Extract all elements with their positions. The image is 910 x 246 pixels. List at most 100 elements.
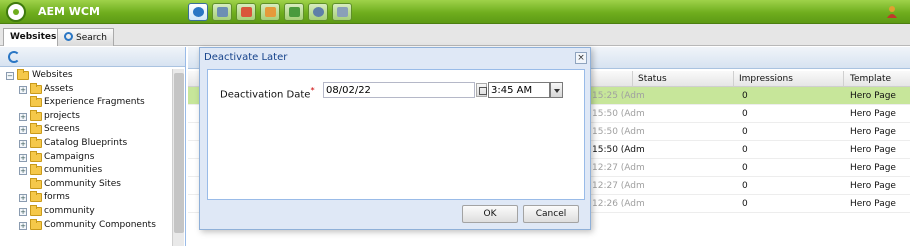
expand-icon[interactable]: + bbox=[19, 207, 27, 216]
collapse-icon[interactable]: − bbox=[6, 72, 14, 80]
calendar-icon[interactable] bbox=[476, 83, 487, 97]
tree-node[interactable]: + Screens bbox=[0, 123, 172, 137]
tree-node[interactable]: + forms bbox=[0, 191, 172, 205]
tree-node-label: Screens bbox=[44, 124, 80, 135]
tree-node-label: communities bbox=[44, 165, 103, 176]
column-separator bbox=[733, 71, 734, 87]
search-icon bbox=[64, 32, 73, 41]
tab-search-label: Search bbox=[76, 33, 107, 43]
column-header-status[interactable]: Status bbox=[638, 74, 667, 84]
folder-icon bbox=[30, 218, 42, 230]
user-icon[interactable] bbox=[886, 5, 898, 19]
modified-cell: 12:27 (Adm bbox=[592, 163, 645, 173]
expand-icon[interactable]: + bbox=[19, 139, 27, 148]
expand-icon[interactable]: + bbox=[19, 126, 27, 135]
tags-icon[interactable] bbox=[332, 3, 352, 21]
template-cell: Hero Page bbox=[850, 127, 896, 137]
column-header-template[interactable]: Template bbox=[850, 74, 891, 84]
site-tree: − Websites + Assets Experience Fragments… bbox=[0, 69, 172, 232]
tree-node-label: projects bbox=[44, 110, 80, 121]
campaigns-icon[interactable] bbox=[236, 3, 256, 21]
close-icon[interactable]: × bbox=[575, 52, 587, 64]
tree-node[interactable]: Community Sites bbox=[0, 177, 172, 192]
site-tree-panel: − Websites + Assets Experience Fragments… bbox=[0, 47, 186, 246]
impressions-cell: 0 bbox=[742, 109, 748, 119]
folder-icon bbox=[30, 177, 42, 189]
tree-node-label: Catalog Blueprints bbox=[44, 137, 128, 148]
required-marker: * bbox=[310, 85, 315, 95]
template-cell: Hero Page bbox=[850, 199, 896, 209]
modified-cell: 15:50 (Adm bbox=[592, 145, 645, 155]
tree-node-label: Community Components bbox=[44, 219, 156, 230]
folder-icon bbox=[30, 164, 42, 176]
modified-cell: 15:25 (Adm bbox=[592, 91, 645, 101]
tree-node[interactable]: + communities bbox=[0, 164, 172, 178]
cancel-button[interactable]: Cancel bbox=[523, 205, 579, 223]
tree-node-label: community bbox=[44, 205, 95, 216]
modified-cell: 15:50 (Adm bbox=[592, 127, 645, 137]
deactivate-later-dialog: Deactivate Later × Deactivation Date* OK… bbox=[199, 47, 591, 230]
tools-icon[interactable] bbox=[308, 3, 328, 21]
expand-icon[interactable]: + bbox=[19, 194, 27, 203]
impressions-cell: 0 bbox=[742, 145, 748, 155]
tab-bar: Websites Search bbox=[0, 24, 910, 46]
expand-icon[interactable]: + bbox=[19, 85, 27, 94]
tree-node[interactable]: + Assets bbox=[0, 82, 172, 97]
expand-icon[interactable]: + bbox=[19, 167, 27, 176]
tree-scrollbar-thumb[interactable] bbox=[174, 73, 184, 233]
tree-node[interactable]: + community bbox=[0, 204, 172, 219]
tree-node-label: Experience Fragments bbox=[44, 97, 145, 108]
impressions-cell: 0 bbox=[742, 163, 748, 173]
folder-icon bbox=[30, 191, 42, 203]
tree-node[interactable]: + Catalog Blueprints bbox=[0, 136, 172, 151]
tree-node[interactable]: + projects bbox=[0, 109, 172, 124]
template-cell: Hero Page bbox=[850, 163, 896, 173]
folder-icon bbox=[30, 150, 42, 162]
expand-icon[interactable]: + bbox=[19, 112, 27, 121]
folder-icon bbox=[30, 96, 42, 108]
impressions-cell: 0 bbox=[742, 127, 748, 137]
tree-scrollbar[interactable] bbox=[172, 69, 184, 246]
field-label-text: Deactivation Date bbox=[220, 89, 311, 101]
template-cell: Hero Page bbox=[850, 145, 896, 155]
template-cell: Hero Page bbox=[850, 181, 896, 191]
deactivation-date-label: Deactivation Date* bbox=[220, 85, 315, 100]
deactivation-date-field[interactable] bbox=[323, 82, 475, 98]
modified-cell: 15:50 (Adm bbox=[592, 109, 645, 119]
expand-icon[interactable]: + bbox=[19, 153, 27, 162]
app-title: AEM WCM bbox=[38, 5, 100, 18]
folder-icon bbox=[30, 109, 42, 121]
template-cell: Hero Page bbox=[850, 91, 896, 101]
modified-cell: 12:26 (Adm bbox=[592, 199, 645, 209]
tree-node-label: Assets bbox=[44, 83, 74, 94]
digital-assets-icon[interactable] bbox=[212, 3, 232, 21]
column-header-impressions[interactable]: Impressions bbox=[739, 74, 793, 84]
dialog-title: Deactivate Later bbox=[204, 52, 288, 63]
folder-icon bbox=[30, 123, 42, 135]
tree-node-label: Community Sites bbox=[44, 178, 121, 189]
impressions-cell: 0 bbox=[742, 91, 748, 101]
tab-websites[interactable]: Websites bbox=[3, 28, 64, 46]
ok-button[interactable]: OK bbox=[462, 205, 518, 223]
folder-icon bbox=[30, 204, 42, 216]
expand-icon[interactable]: + bbox=[19, 221, 27, 230]
users-icon[interactable] bbox=[284, 3, 304, 21]
tree-node-label: forms bbox=[44, 192, 70, 203]
websites-icon[interactable] bbox=[188, 3, 208, 21]
tree-node-label: Websites bbox=[32, 70, 73, 80]
tab-search[interactable]: Search bbox=[57, 28, 114, 46]
deactivation-time-field[interactable] bbox=[488, 82, 550, 98]
inbox-icon[interactable] bbox=[260, 3, 280, 21]
tree-node[interactable]: + Community Components bbox=[0, 218, 172, 233]
tree-node-websites[interactable]: − Websites bbox=[0, 69, 172, 83]
tree-node[interactable]: + Campaigns bbox=[0, 150, 172, 165]
impressions-cell: 0 bbox=[742, 181, 748, 191]
refresh-icon[interactable] bbox=[8, 51, 20, 63]
chevron-down-icon[interactable] bbox=[550, 82, 563, 98]
folder-icon bbox=[30, 82, 42, 94]
tree-node-label: Campaigns bbox=[44, 151, 95, 162]
column-separator bbox=[843, 71, 844, 87]
template-cell: Hero Page bbox=[850, 109, 896, 119]
tree-node[interactable]: Experience Fragments bbox=[0, 96, 172, 110]
modified-cell: 12:27 (Adm bbox=[592, 181, 645, 191]
